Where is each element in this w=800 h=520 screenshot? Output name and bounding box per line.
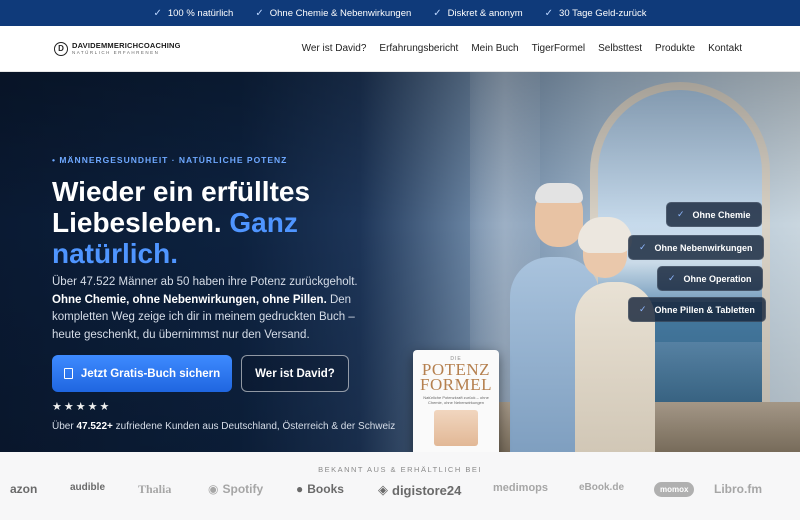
get-free-book-button[interactable]: Jetzt Gratis-Buch sichern xyxy=(52,355,232,392)
check-icon: ✓ xyxy=(668,273,676,283)
librofm-logo: Libro.fm xyxy=(714,482,762,496)
logo-text: DAVIDEMMERICHCOACHING xyxy=(72,40,181,50)
press-logos-strip: BEKANNT AUS & ERHÄLTLICH BEI azon audibl… xyxy=(0,452,800,520)
check-icon: ✓ xyxy=(255,7,264,19)
logo-mark-icon: D xyxy=(54,41,68,56)
logo-tagline: NATÜRLICH ERFAHRENEN xyxy=(72,50,160,55)
nav-link-about-david[interactable]: Wer ist David? xyxy=(302,43,367,54)
nav-link-contact[interactable]: Kontakt xyxy=(708,43,742,54)
badge-no-surgery: ✓ Ohne Operation xyxy=(657,266,763,291)
social-proof-text: Über 47.522+ zufriedene Kunden aus Deuts… xyxy=(52,421,396,432)
nav-menu: Wer ist David? Erfahrungsbericht Mein Bu… xyxy=(302,43,742,54)
logos-label: BEKANNT AUS & ERHÄLTLICH BEI xyxy=(318,465,482,474)
main-navigation: D DAVIDEMMERICHCOACHING NATÜRLICH ERFAHR… xyxy=(0,26,800,72)
nav-link-tigerformel[interactable]: TigerFormel xyxy=(532,43,586,54)
apple-icon: ● xyxy=(296,482,304,496)
check-icon: ✓ xyxy=(677,209,685,219)
momox-logo: momox xyxy=(654,482,695,497)
nav-link-products[interactable]: Produkte xyxy=(655,43,695,54)
book-cover-image[interactable]: DIE POTENZ FORMEL Natürliche Potenzkraft… xyxy=(413,350,499,460)
benefit-no-chemicals: ✓ Ohne Chemie & Nebenwirkungen xyxy=(255,7,412,19)
amazon-logo: azon xyxy=(10,482,38,496)
about-david-button[interactable]: Wer ist David? xyxy=(241,355,349,392)
spotify-icon: ◉ xyxy=(208,482,219,496)
nav-link-testimonial[interactable]: Erfahrungsbericht xyxy=(379,43,458,54)
badge-no-chemicals: ✓ Ohne Chemie xyxy=(666,202,762,227)
digistore-icon: ◈ xyxy=(378,482,388,497)
badge-no-side-effects: ✓ Ohne Nebenwirkungen xyxy=(628,235,764,260)
badge-no-pills: ✓ Ohne Pillen & Tabletten xyxy=(628,297,766,322)
audible-logo: audible xyxy=(70,482,106,493)
check-icon: ✓ xyxy=(153,7,162,19)
thalia-logo: Thalia xyxy=(138,482,172,496)
digistore24-logo: ◈ digistore24 xyxy=(378,482,462,498)
spotify-logo: ◉ Spotify xyxy=(208,482,264,496)
apple-books-logo: ● Books xyxy=(296,482,344,496)
check-icon: ✓ xyxy=(433,7,442,19)
benefit-money-back: ✓ 30 Tage Geld-zurück xyxy=(544,7,647,19)
check-icon: ✓ xyxy=(639,304,647,314)
book-cover-illustration xyxy=(434,410,478,446)
nav-link-my-book[interactable]: Mein Buch xyxy=(471,43,518,54)
nav-link-self-test[interactable]: Selbsttest xyxy=(598,43,642,54)
book-icon xyxy=(63,368,73,379)
top-benefits-bar: ✓ 100 % natürlich ✓ Ohne Chemie & Nebenwir… xyxy=(0,0,800,26)
medimops-logo: medimops xyxy=(493,482,549,494)
ebook-de-logo: eBook.de xyxy=(579,482,625,493)
hero-eyebrow: • MÄNNERGESUNDHEIT · NATÜRLICHE POTENZ xyxy=(52,155,288,165)
hero-description: Über 47.522 Männer ab 50 haben ihre Pote… xyxy=(52,276,358,341)
check-icon: ✓ xyxy=(544,7,554,19)
rating-stars: ★★★★★ xyxy=(52,401,112,413)
check-icon: ✓ xyxy=(639,242,647,252)
hero-headline: Wieder ein erfülltes Liebesleben. Ganz n… xyxy=(52,176,311,269)
benefit-natural: ✓ 100 % natürlich xyxy=(153,7,234,19)
site-logo[interactable]: D DAVIDEMMERICHCOACHING NATÜRLICH ERFAHR… xyxy=(54,40,181,56)
benefit-discreet: ✓ Diskret & anonym xyxy=(433,7,523,19)
